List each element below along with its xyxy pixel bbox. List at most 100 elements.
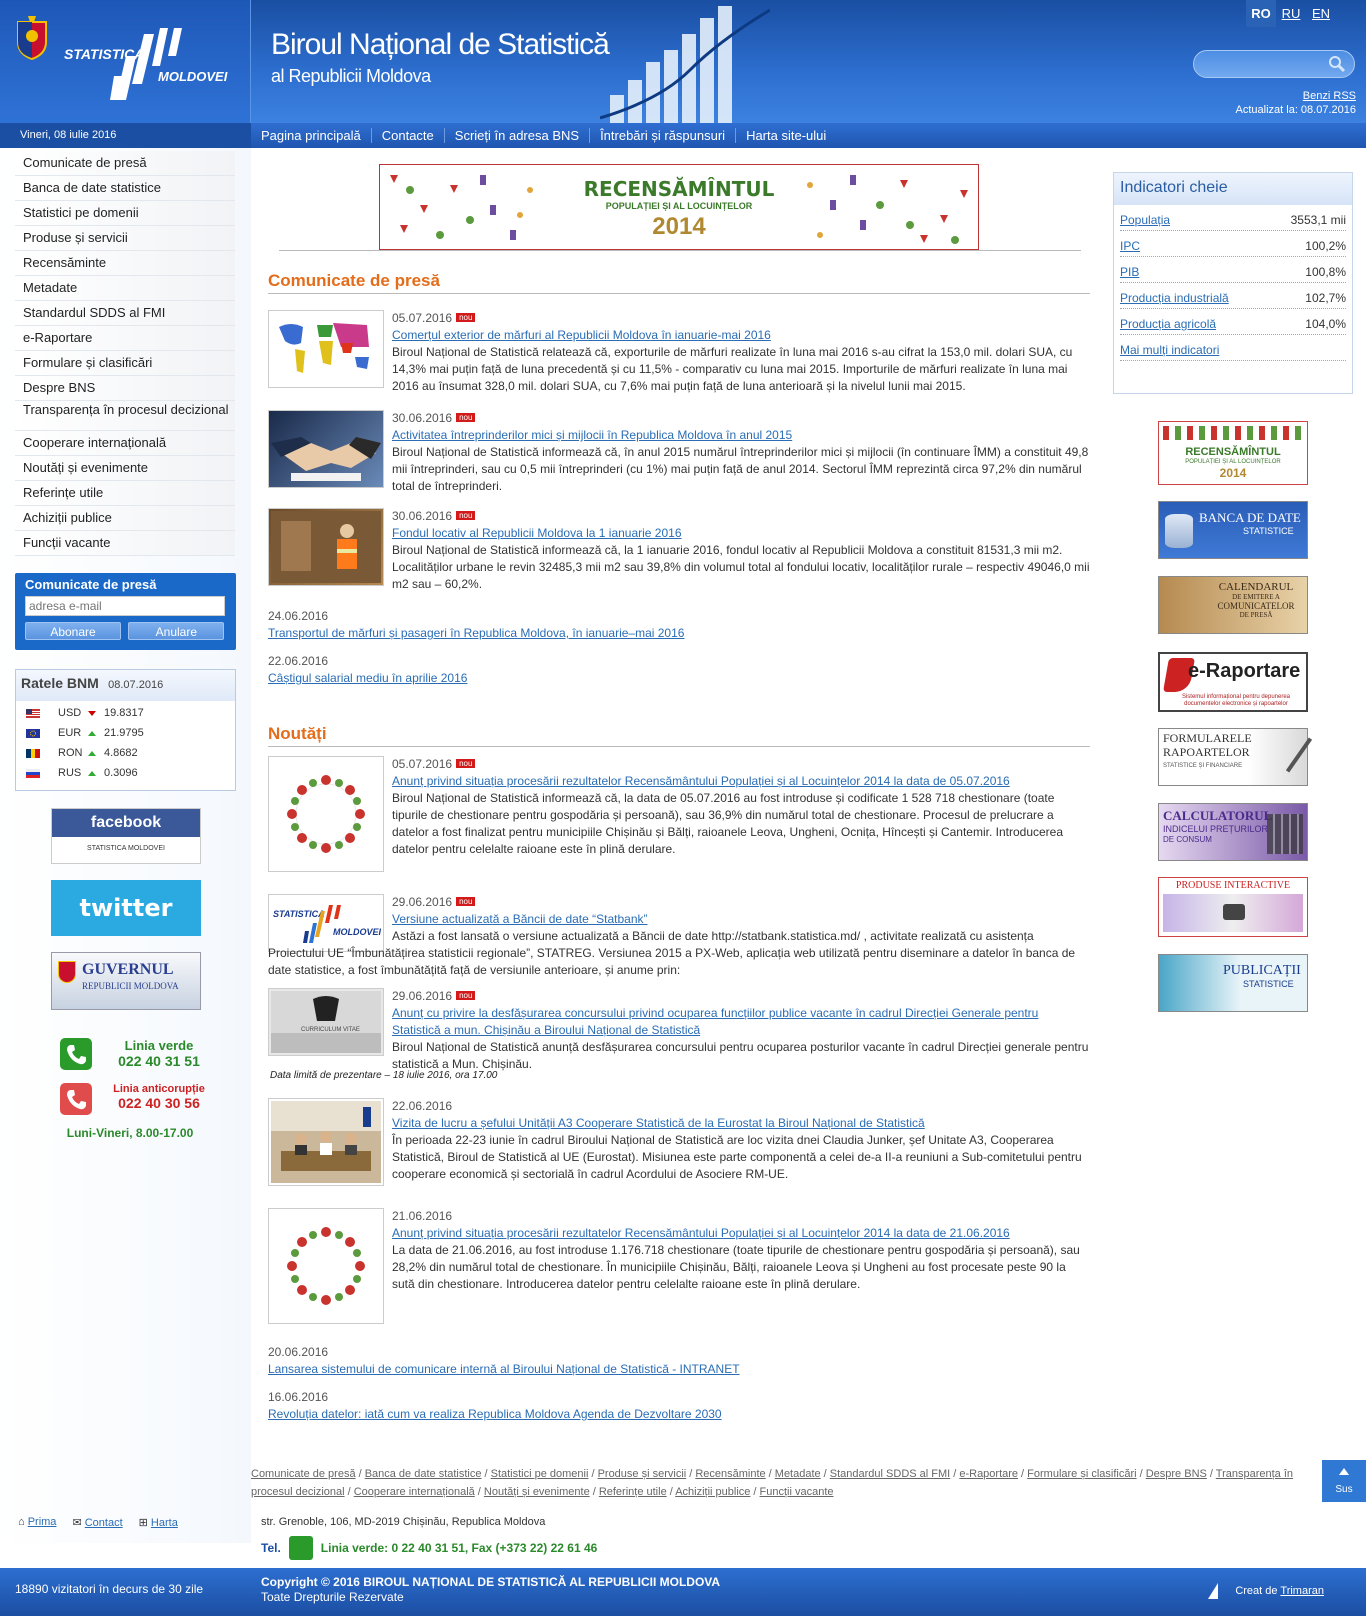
green-line[interactable]: Linia verde 022 40 31 51 bbox=[60, 1038, 230, 1074]
nav-home[interactable]: Pagina principală bbox=[251, 128, 372, 143]
construction-thumbnail[interactable] bbox=[268, 508, 384, 586]
indicator-name[interactable]: PIB bbox=[1120, 257, 1139, 282]
news-item-title[interactable]: Versiune actualizată a Băncii de date “S… bbox=[392, 911, 1090, 928]
world-map-thumbnail[interactable] bbox=[268, 310, 384, 388]
meeting-image bbox=[271, 1101, 381, 1183]
footer-link[interactable]: Produse și servicii bbox=[598, 1468, 687, 1480]
news-item-title[interactable]: Anunț cu privire la desfășurarea concurs… bbox=[392, 1005, 1090, 1039]
footer-link[interactable]: Comunicate de presă bbox=[251, 1468, 356, 1480]
logo[interactable]: STATISTICA MOLDOVEI bbox=[0, 0, 251, 123]
indicator-row: Producția industrială 102,7% bbox=[1120, 283, 1346, 309]
news-item-title[interactable]: Revoluția datelor: iată cum va realiza R… bbox=[268, 1406, 1088, 1423]
menu-item-press[interactable]: Comunicate de presă bbox=[15, 151, 235, 176]
databank-banner[interactable]: BANCA DE DATE STATISTICE bbox=[1158, 501, 1308, 559]
indicator-name[interactable]: Producția industrială bbox=[1120, 283, 1229, 308]
government-banner[interactable]: GUVERNUL REPUBLICII MOLDOVA bbox=[51, 952, 201, 1010]
home-link[interactable]: Prima bbox=[28, 1516, 57, 1528]
handshake-thumbnail[interactable] bbox=[268, 410, 384, 488]
footer-link[interactable]: Noutăți și evenimente bbox=[484, 1486, 590, 1498]
footer-link[interactable]: Banca de date statistice bbox=[365, 1468, 482, 1480]
search-icon[interactable] bbox=[1328, 55, 1346, 73]
menu-item-cooperation[interactable]: Cooperare internațională bbox=[15, 431, 235, 456]
footer-link[interactable]: Achiziții publice bbox=[675, 1486, 750, 1498]
meeting-thumbnail[interactable] bbox=[268, 1098, 384, 1186]
twitter-banner[interactable]: twitter bbox=[51, 880, 201, 936]
cpi-calculator-banner[interactable]: CALCULATORUL INDICELUI PREȚURILOR DE CON… bbox=[1158, 803, 1308, 861]
nav-faq[interactable]: Întrebări și răspunsuri bbox=[590, 128, 737, 143]
footer-link[interactable]: Cooperare internațională bbox=[354, 1486, 475, 1498]
press-item-title[interactable]: Câștigul salarial mediu în aprilie 2016 bbox=[268, 670, 1088, 687]
footer-link[interactable]: Metadate bbox=[775, 1468, 821, 1480]
more-indicators-link[interactable]: Mai mulți indicatori bbox=[1120, 335, 1219, 360]
nav-write[interactable]: Scrieți în adresa BNS bbox=[445, 128, 591, 143]
menu-item-e-raportare[interactable]: e-Raportare bbox=[15, 326, 235, 351]
lang-ro[interactable]: RO bbox=[1246, 0, 1276, 27]
footer-link[interactable]: Funcții vacante bbox=[760, 1486, 834, 1498]
publications-banner[interactable]: PUBLICAȚII STATISTICE bbox=[1158, 954, 1308, 1012]
press-item-title[interactable]: Transportul de mărfuri și pasageri în Re… bbox=[268, 625, 1088, 642]
census-banner[interactable]: RECENSĂMÎNTUL POPULAȚIEI ȘI AL LOCUINȚEL… bbox=[379, 164, 979, 250]
nav-sitemap[interactable]: Harta site-ului bbox=[736, 128, 836, 143]
menu-item-transparency[interactable]: Transparența în procesul decizional bbox=[15, 401, 235, 431]
footer-link[interactable]: Referințe utile bbox=[599, 1486, 667, 1498]
facebook-logo-small: STATISTICA MOLDOVEI bbox=[52, 837, 200, 852]
menu-item-forms[interactable]: Formulare și clasificări bbox=[15, 351, 235, 376]
email-field[interactable] bbox=[25, 596, 225, 616]
contact-link[interactable]: Contact bbox=[85, 1517, 123, 1529]
footer-link[interactable]: Statistici pe domenii bbox=[491, 1468, 589, 1480]
menu-item-about[interactable]: Despre BNS bbox=[15, 376, 235, 401]
top-nav: Pagina principală Contacte Scrieți în ad… bbox=[251, 123, 1366, 148]
census-side-banner[interactable]: RECENSĂMÎNTUL POPULAȚIEI ȘI AL LOCUINȚEL… bbox=[1158, 421, 1308, 485]
menu-item-procurement[interactable]: Achiziții publice bbox=[15, 506, 235, 531]
footer-link[interactable]: Despre BNS bbox=[1146, 1468, 1207, 1480]
lang-en[interactable]: EN bbox=[1306, 0, 1336, 27]
trend-up-icon bbox=[88, 770, 96, 776]
lang-ru[interactable]: RU bbox=[1276, 0, 1306, 27]
footer-link[interactable]: Recensăminte bbox=[695, 1468, 765, 1480]
menu-item-news[interactable]: Noutăți și evenimente bbox=[15, 456, 235, 481]
census-circle-thumbnail[interactable] bbox=[268, 1208, 384, 1324]
calendar-banner[interactable]: CALENDARUL DE EMITERE A COMUNICATELOR DE… bbox=[1158, 576, 1308, 634]
menu-item-references[interactable]: Referințe utile bbox=[15, 481, 235, 506]
subscribe-button[interactable]: Abonare bbox=[25, 622, 121, 640]
creator-link[interactable]: Trimaran bbox=[1280, 1585, 1324, 1597]
menu-item-sdds[interactable]: Standardul SDDS al FMI bbox=[15, 301, 235, 326]
menu-item-products[interactable]: Produse și servicii bbox=[15, 226, 235, 251]
cv-thumbnail[interactable]: CURRICULUM VITAE bbox=[268, 988, 384, 1056]
menu-item-vacancies[interactable]: Funcții vacante bbox=[15, 531, 235, 556]
back-to-top-button[interactable]: Sus bbox=[1322, 1460, 1366, 1502]
databank-title: BANCA DE DATE bbox=[1199, 510, 1301, 525]
new-badge: nou bbox=[456, 313, 476, 322]
ru-flag-icon bbox=[26, 768, 40, 778]
facebook-banner[interactable]: facebook STATISTICA MOLDOVEI bbox=[51, 808, 201, 864]
menu-item-metadata[interactable]: Metadate bbox=[15, 276, 235, 301]
indicator-name[interactable]: Populația bbox=[1120, 205, 1170, 230]
unsubscribe-button[interactable]: Anulare bbox=[128, 622, 225, 640]
press-item-title[interactable]: Fondul locativ al Republicii Moldova la … bbox=[392, 525, 1090, 542]
news-item-title[interactable]: Anunț privind situația procesării rezult… bbox=[392, 1225, 1090, 1242]
rate-value: 21.9795 bbox=[104, 727, 144, 739]
press-item-title[interactable]: Activitatea întreprinderilor mici și mij… bbox=[392, 427, 1090, 444]
indicator-name[interactable]: IPC bbox=[1120, 231, 1140, 256]
news-item-title[interactable]: Anunț privind situația procesării rezult… bbox=[392, 773, 1090, 790]
e-raportare-banner[interactable]: e-Raportare Sistemul informațional pentr… bbox=[1158, 652, 1308, 712]
forms-banner[interactable]: FORMULARELE RAPOARTELOR STATISTICE ȘI FI… bbox=[1158, 728, 1313, 786]
search-input[interactable] bbox=[1193, 50, 1355, 78]
menu-item-census[interactable]: Recensăminte bbox=[15, 251, 235, 276]
menu-item-domains[interactable]: Statistici pe domenii bbox=[15, 201, 235, 226]
interactive-products-banner[interactable]: PRODUSE INTERACTIVE bbox=[1158, 877, 1308, 937]
census-circle-thumbnail[interactable] bbox=[268, 756, 384, 872]
news-item-title[interactable]: Lansarea sistemului de comunicare intern… bbox=[268, 1361, 1088, 1378]
rss-link[interactable]: Benzi RSS bbox=[1303, 90, 1356, 102]
sitemap-link[interactable]: Harta bbox=[151, 1517, 178, 1529]
menu-item-database[interactable]: Banca de date statistice bbox=[15, 176, 235, 201]
press-item-text: Biroul Național de Statistică informează… bbox=[392, 445, 1089, 493]
footer-link[interactable]: Formulare și clasificări bbox=[1027, 1468, 1136, 1480]
nav-contacts[interactable]: Contacte bbox=[372, 128, 445, 143]
footer-link[interactable]: e-Raportare bbox=[959, 1468, 1018, 1480]
press-item-title[interactable]: Comerțul exterior de mărfuri al Republic… bbox=[392, 327, 1090, 344]
news-item-title[interactable]: Vizita de lucru a șefului Unității A3 Co… bbox=[392, 1115, 1090, 1132]
footer-link[interactable]: Standardul SDDS al FMI bbox=[830, 1468, 950, 1480]
anticorruption-line[interactable]: Linia anticorupție 022 40 30 56 bbox=[60, 1083, 230, 1119]
indicator-name[interactable]: Producția agricolă bbox=[1120, 309, 1216, 334]
